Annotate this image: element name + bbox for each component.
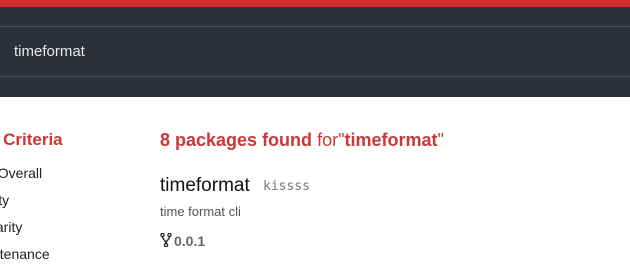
sort-option-maintenance[interactable]: ntenance [0,245,50,263]
sort-option-popularity[interactable]: ularity [0,218,22,236]
results-close-quote: " [437,130,444,150]
sort-criteria-title: n Criteria [0,130,63,149]
package-description: time format cli [160,204,241,219]
header-bar [0,7,630,97]
results-for-label: for [317,130,339,150]
header-divider-bottom [0,76,630,77]
package-version: 0.0.1 [174,233,206,249]
sort-option-overall[interactable]: t Overall [0,164,42,182]
results-search-term: timeformat [344,130,438,150]
results-heading: 8 packages found for"timeformat" [160,127,444,153]
results-count: 8 packages found [160,130,313,150]
brand-top-bar [0,0,630,7]
sort-option-quality[interactable]: lity [0,191,9,209]
package-publisher-link[interactable]: kissss [263,177,310,197]
search-input[interactable] [0,27,630,76]
package-name-link[interactable]: timeformat [160,173,250,199]
git-branch-icon [160,233,172,247]
